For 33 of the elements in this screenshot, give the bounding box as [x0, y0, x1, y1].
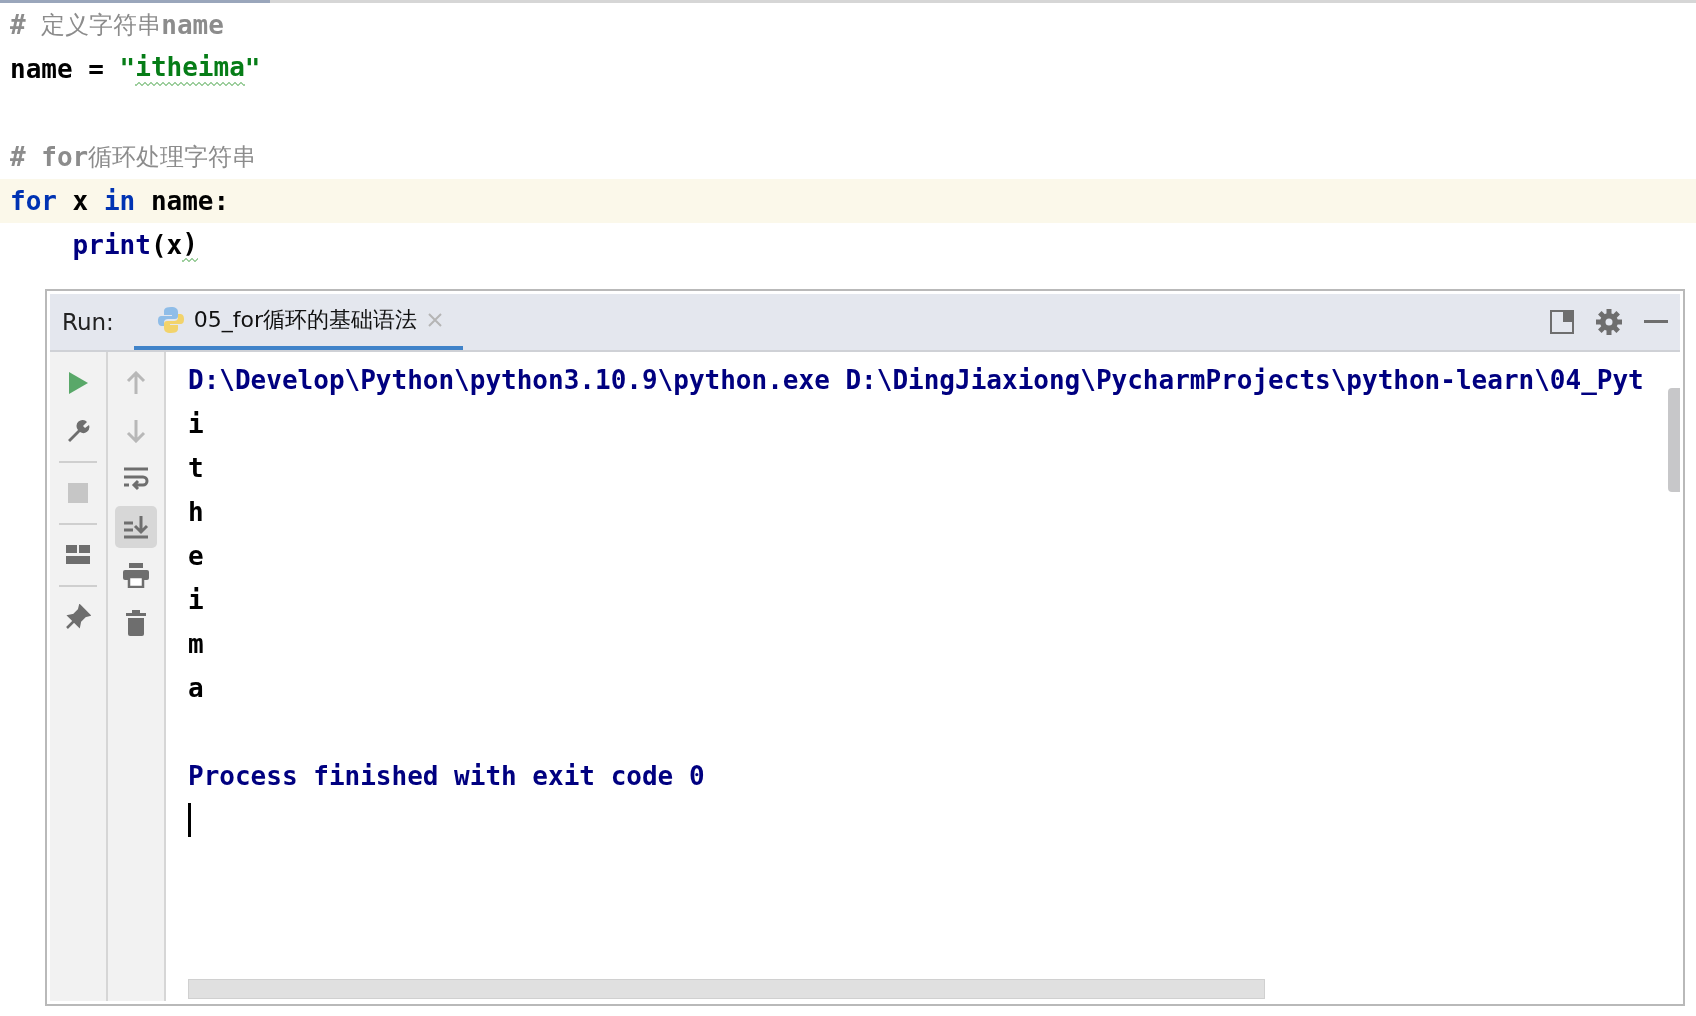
console-line: i: [188, 584, 205, 617]
console-line: m: [188, 628, 205, 661]
vertical-scrollbar[interactable]: [1668, 388, 1680, 492]
console-line: e: [188, 540, 205, 573]
console-line: t: [188, 452, 205, 485]
stop-icon: [68, 483, 88, 503]
code-line: print(x): [71, 227, 199, 264]
run-icon: [67, 371, 89, 395]
code-line: name = "itheima": [9, 51, 262, 88]
code-line: # 定义字符串 name: [9, 9, 225, 42]
pin-icon: [65, 604, 91, 630]
console-system-line: D:\Develop\Python\python3.10.9\python.exe D:\DingJiaxiong\PycharmProjects\python-learn\04_Pyt: [188, 364, 1645, 397]
horizontal-scrollbar[interactable]: [188, 979, 1265, 999]
minimize-button[interactable]: [1644, 320, 1668, 324]
run-label: Run:: [62, 309, 114, 335]
restore-layout-button[interactable]: [1550, 310, 1574, 334]
console-line: h: [188, 496, 205, 529]
soft-wrap-icon: [123, 466, 149, 492]
settings-button[interactable]: [1596, 309, 1622, 335]
arrow-down-icon: [126, 419, 146, 443]
python-logo-icon: [157, 306, 184, 334]
code-line: # for循环处理字符串: [9, 141, 258, 174]
layout-icon: [66, 545, 90, 565]
scroll-end-button[interactable]: [115, 506, 157, 548]
scroll-to-end-icon: [123, 515, 149, 539]
printer-icon: [122, 562, 150, 588]
console-line: a: [188, 672, 205, 705]
trash-icon: [125, 610, 147, 636]
text-cursor: [188, 803, 191, 837]
run-tab[interactable]: 05_for循环的基础语法: [133, 294, 464, 350]
console-line: i: [188, 408, 205, 441]
arrow-up-icon: [126, 371, 146, 395]
console-system-line: Process finished with exit code 0: [188, 760, 706, 793]
